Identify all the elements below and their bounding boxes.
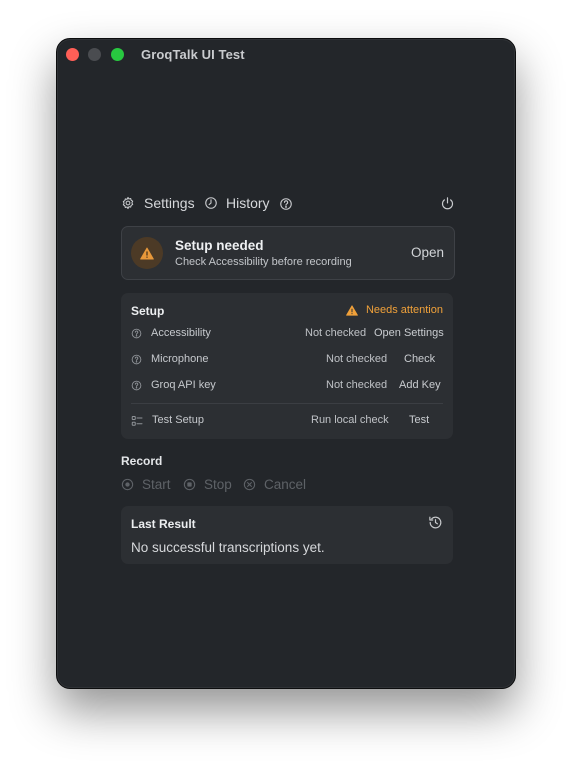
setup-row-state: Not checked	[326, 353, 388, 365]
help-icon	[131, 328, 142, 339]
setup-row-api-key: Groq API key Not checked Add Key	[121, 378, 453, 394]
cancel-label: Cancel	[264, 477, 307, 492]
close-window-button[interactable]	[66, 48, 79, 61]
setup-row-state: Not checked	[326, 379, 388, 391]
setup-row-state: Not checked	[305, 327, 367, 339]
test-button[interactable]: Test	[409, 414, 429, 426]
setup-card: Setup Needs attention Accessibility Not …	[121, 293, 453, 439]
setup-row-state: Run local check	[311, 414, 389, 426]
help-icon	[280, 198, 292, 210]
setup-row-label: Accessibility	[151, 327, 211, 339]
help-icon	[131, 380, 142, 391]
setup-row-label: Microphone	[151, 353, 209, 365]
checklist-icon	[131, 416, 143, 426]
start-label: Start	[142, 477, 171, 492]
cancel-button[interactable]: Cancel	[243, 477, 306, 492]
setup-status-label: Needs attention	[365, 304, 443, 316]
gear-icon	[122, 196, 134, 210]
divider	[131, 403, 443, 404]
help-icon	[131, 354, 142, 365]
settings-button[interactable]: Settings	[121, 195, 195, 211]
cancel-icon	[243, 478, 256, 491]
history-button[interactable]: History	[204, 195, 270, 211]
warning-icon	[140, 247, 154, 259]
alert-subtitle: Check Accessibility before recording	[175, 256, 352, 268]
zoom-window-button[interactable]	[111, 48, 124, 61]
history-label: History	[226, 195, 270, 211]
setup-row-accessibility: Accessibility Not checked Open Settings	[121, 326, 453, 342]
setup-status: Needs attention	[346, 304, 443, 316]
last-result-card: Last Result No successful transcriptions…	[121, 506, 453, 564]
warning-icon	[346, 304, 358, 316]
title-bar: GroqTalk UI Test	[57, 39, 515, 71]
record-icon	[121, 478, 134, 491]
app-window: GroqTalk UI Test Settings History Setup …	[56, 38, 516, 689]
last-result-title: Last Result	[131, 517, 196, 531]
settings-label: Settings	[144, 195, 195, 211]
open-settings-button[interactable]: Open Settings	[374, 327, 444, 339]
toolbar: Settings History	[121, 195, 455, 217]
setup-alert-card[interactable]: Setup needed Check Accessibility before …	[121, 226, 455, 280]
start-button[interactable]: Start	[121, 477, 171, 492]
help-button[interactable]	[279, 197, 293, 211]
open-button[interactable]: Open	[411, 245, 444, 260]
quit-button[interactable]	[440, 196, 455, 211]
power-icon	[441, 197, 454, 210]
check-microphone-button[interactable]: Check	[404, 353, 435, 365]
stop-icon	[183, 478, 196, 491]
last-result-message: No successful transcriptions yet.	[131, 540, 325, 555]
clock-icon	[205, 197, 217, 209]
add-key-button[interactable]: Add Key	[399, 379, 441, 391]
setup-row-microphone: Microphone Not checked Check	[121, 352, 453, 368]
setup-row-label: Groq API key	[151, 379, 216, 391]
warning-badge	[131, 237, 163, 269]
setup-row-label: Test Setup	[152, 414, 204, 426]
setup-row-test: Test Setup Run local check Test	[121, 413, 453, 429]
minimize-window-button[interactable]	[88, 48, 101, 61]
history-result-button[interactable]	[428, 515, 443, 535]
stop-label: Stop	[204, 477, 232, 492]
record-heading: Record	[121, 454, 163, 468]
window-title: GroqTalk UI Test	[141, 47, 245, 62]
alert-title: Setup needed	[175, 238, 264, 253]
setup-title: Setup	[131, 304, 165, 318]
stop-button[interactable]: Stop	[183, 477, 232, 492]
history-icon	[429, 516, 442, 529]
